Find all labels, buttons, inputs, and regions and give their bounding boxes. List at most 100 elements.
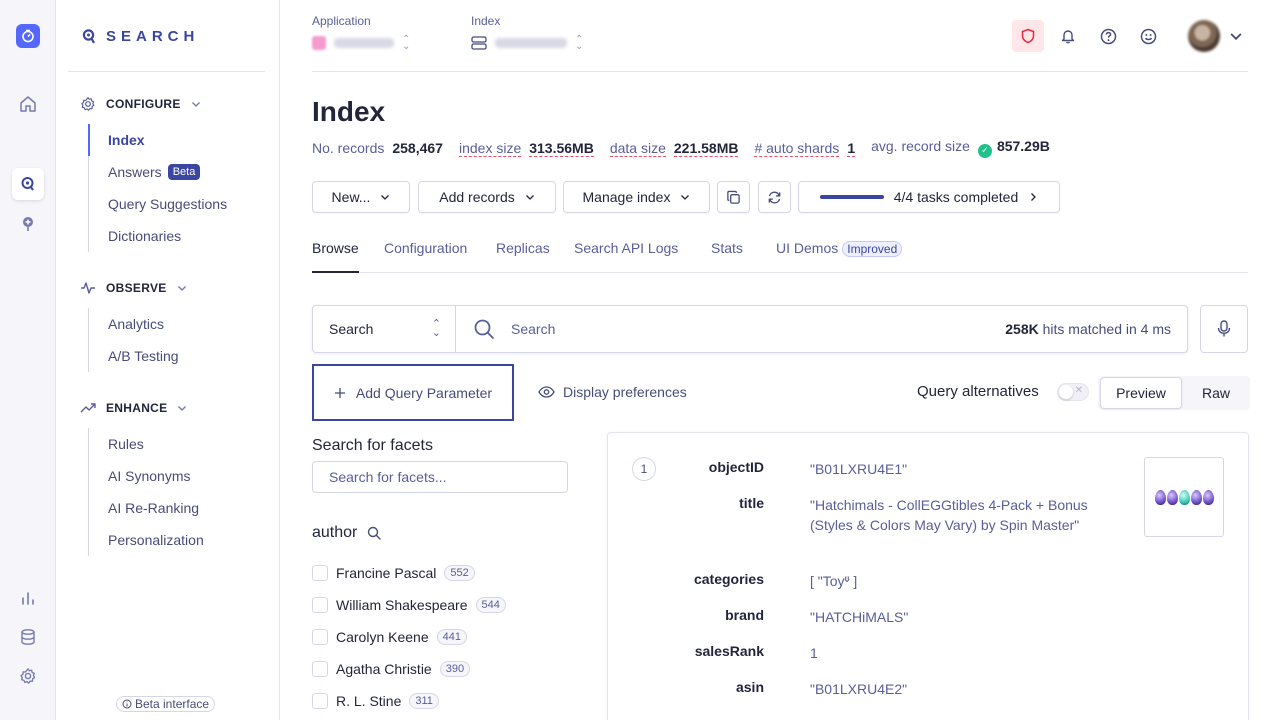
app-logo-icon[interactable] (16, 24, 40, 48)
configure-nav: Index Answers Beta Query Suggestions Dict… (88, 124, 227, 252)
section-observe[interactable]: OBSERVE (80, 280, 187, 296)
beta-interface-badge[interactable]: Beta interface (116, 696, 216, 712)
facet-value-label: Agatha Christie (336, 661, 432, 677)
hit-attribute: asin "B01LXRU4E2" (648, 679, 1090, 699)
shield-icon[interactable] (1012, 20, 1044, 52)
sidebar-item-ai-synonyms[interactable]: AI Synonyms (89, 460, 204, 492)
egg-icon (1178, 489, 1190, 505)
sidebar-item-ab-testing[interactable]: A/B Testing (89, 340, 179, 372)
info-icon (122, 699, 132, 709)
sidebar-item-dictionaries[interactable]: Dictionaries (89, 220, 227, 252)
bell-icon[interactable] (1056, 24, 1080, 48)
facet-value-row[interactable]: Francine Pascal 552 (312, 557, 506, 589)
search-icon[interactable] (367, 526, 382, 540)
facet-value-row[interactable]: Carolyn Keene 441 (312, 621, 506, 653)
manage-index-button[interactable]: Manage index (563, 181, 710, 213)
checkbox[interactable] (312, 597, 328, 613)
query-alternatives-toggle[interactable]: ✕ (1057, 383, 1089, 401)
smiley-icon[interactable] (1136, 24, 1160, 48)
checkbox[interactable] (312, 693, 328, 709)
application-selector[interactable]: Application ⌃ ⌄ (312, 14, 410, 52)
sidebar-item-answers[interactable]: Answers Beta (89, 156, 227, 188)
avatar[interactable] (1188, 20, 1220, 52)
view-mode-switch: Preview Raw (1098, 376, 1250, 410)
chevron-down-icon[interactable] (1224, 24, 1248, 48)
add-records-button[interactable]: Add records (418, 181, 556, 213)
section-configure[interactable]: CONFIGURE (80, 96, 201, 112)
sidebar-item-query-suggestions[interactable]: Query Suggestions (89, 188, 227, 220)
main-content: Application ⌃ ⌄ Index ⌃ ⌄ Index No. reco… (280, 0, 1280, 720)
checkbox[interactable] (312, 661, 328, 677)
egg-icon (1190, 489, 1202, 505)
stat-index-size[interactable]: index size 313.56MB (458, 139, 594, 157)
sidebar-item-index[interactable]: Index (88, 124, 227, 156)
analytics-icon[interactable] (14, 584, 42, 612)
tab-configuration[interactable]: Configuration (384, 240, 467, 273)
section-enhance[interactable]: ENHANCE (80, 400, 187, 416)
chevron-right-icon (1031, 193, 1037, 201)
database-icon[interactable] (14, 623, 42, 651)
refresh-button[interactable] (758, 181, 791, 213)
recommend-product-icon[interactable] (14, 210, 42, 238)
application-label: Application (312, 14, 371, 28)
attribute-key: asin (735, 679, 764, 695)
help-icon[interactable] (1096, 24, 1120, 48)
new-button-label: New... (331, 189, 371, 205)
search-input[interactable] (511, 318, 971, 340)
home-icon[interactable] (14, 90, 42, 118)
chevron-down-icon[interactable]: ⌄ (842, 571, 852, 585)
brand[interactable]: SEARCH (82, 28, 199, 45)
chevron-down-icon (381, 195, 390, 200)
search-mode-select[interactable]: Search ⌃ ⌄ (313, 306, 456, 352)
search-product-icon[interactable] (12, 168, 44, 200)
settings-icon[interactable] (14, 662, 42, 690)
query-alternatives-label: Query alternatives (917, 383, 1039, 400)
application-name-redacted (334, 38, 394, 48)
facet-value-label: R. L. Stine (336, 693, 402, 709)
sidebar-item-label: A/B Testing (108, 348, 179, 364)
attribute-key (648, 715, 810, 720)
stat-data-size[interactable]: data size 221.58MB (609, 139, 739, 157)
facet-search-input[interactable] (312, 461, 568, 493)
sidebar-divider (68, 71, 265, 72)
tasks-progress-bar (819, 195, 884, 199)
sidebar-item-label: Rules (108, 436, 144, 452)
facet-value-row[interactable]: William Shakespeare 544 (312, 589, 506, 621)
new-button[interactable]: New... (312, 181, 410, 213)
tab-label: UI Demos (776, 240, 839, 256)
facet-count: 552 (444, 565, 475, 581)
display-preferences-button[interactable]: Display preferences (538, 384, 687, 400)
tasks-status-button[interactable]: 4/4 tasks completed (798, 181, 1060, 213)
tab-replicas[interactable]: Replicas (496, 240, 550, 273)
index-selector[interactable]: Index ⌃ ⌄ (471, 14, 583, 52)
checkbox[interactable] (312, 629, 328, 645)
gear-icon (80, 96, 96, 112)
observe-nav: Analytics A/B Testing (88, 308, 179, 372)
tab-stats[interactable]: Stats (711, 240, 743, 273)
tab-browse[interactable]: Browse (312, 240, 359, 273)
checkbox[interactable] (312, 565, 328, 581)
hit-attribute: salesRank 1 (648, 643, 1090, 663)
add-query-parameter-button[interactable]: Add Query Parameter (312, 364, 514, 421)
tasks-label: 4/4 tasks completed (893, 189, 1019, 205)
check-circle-icon: ✓ (977, 143, 992, 158)
stat-auto-shards[interactable]: # auto shards 1 (754, 139, 856, 157)
preview-tab[interactable]: Preview (1100, 377, 1182, 409)
tab-search-api-logs[interactable]: Search API Logs (574, 240, 678, 273)
stat-records: No. records 258,467 (312, 139, 443, 156)
sidebar-item-rules[interactable]: Rules (89, 428, 204, 460)
facet-value-label: Francine Pascal (336, 565, 437, 581)
tab-ui-demos[interactable]: UI Demos Improved (776, 240, 903, 273)
voice-search-button[interactable] (1200, 305, 1248, 353)
section-label: ENHANCE (106, 401, 168, 415)
index-name-redacted (495, 38, 567, 48)
close-icon: ✕ (1074, 385, 1083, 396)
sidebar-item-analytics[interactable]: Analytics (89, 308, 179, 340)
copy-button[interactable] (717, 181, 750, 213)
facet-value-row[interactable]: R. L. Stine 311 (312, 685, 506, 717)
sidebar-item-personalization[interactable]: Personalization (89, 524, 204, 556)
facet-value-row[interactable]: Agatha Christie 390 (312, 653, 506, 685)
attribute-value: "Hatchimals - CollEGGtibles 4-Pack + Bon… (810, 497, 1088, 533)
raw-tab[interactable]: Raw (1188, 377, 1244, 409)
sidebar-item-ai-reranking[interactable]: AI Re-Ranking (89, 492, 204, 524)
